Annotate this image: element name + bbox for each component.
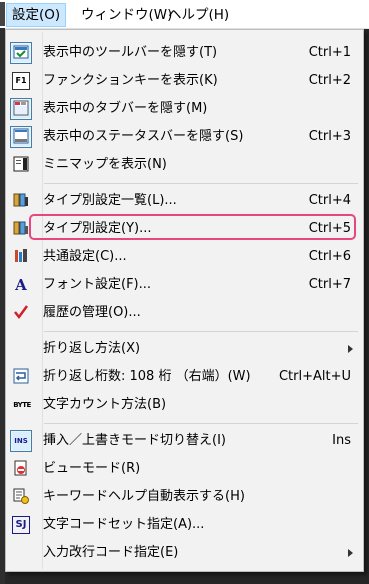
- submenu-arrow-icon: [348, 549, 353, 557]
- menu-item-label: 文字カウント方法(B): [43, 397, 167, 412]
- insert-mode-icon: INS: [10, 430, 32, 452]
- menu-item-type-settings-list[interactable]: タイプ別設定一覧(L)... Ctrl+4: [8, 188, 359, 214]
- keyword-help-icon: [12, 488, 30, 506]
- charset-icon: SJ: [12, 516, 30, 534]
- menu-item-line-ending[interactable]: 入力改行コード指定(E): [8, 540, 359, 566]
- menu-item-char-count-method[interactable]: BYTE 文字カウント方法(B): [8, 392, 359, 418]
- menu-item-shortcut: Ctrl+1: [308, 45, 351, 60]
- menu-item-label: ビューモード(R): [43, 461, 141, 476]
- statusbar-icon: [10, 126, 32, 148]
- common-settings-icon: [12, 248, 30, 266]
- submenu-arrow-icon: [348, 345, 353, 353]
- menu-item-hide-tabbar[interactable]: 表示中のタブバーを隠す(M): [8, 96, 359, 122]
- menu-item-label: 表示中のツールバーを隠す(T): [43, 45, 218, 60]
- menu-item-view-mode[interactable]: ビューモード(R): [8, 456, 359, 482]
- menu-item-font-settings[interactable]: A フォント設定(F)... Ctrl+7: [8, 272, 359, 298]
- type-settings-list-icon: [12, 192, 30, 210]
- toolbar-icon: [10, 42, 32, 64]
- menu-item-label: キーワードヘルプ自動表示する(H): [43, 489, 245, 504]
- menu-item-show-minimap[interactable]: ミニマップを表示(N): [8, 152, 359, 178]
- menu-settings[interactable]: 設定(O): [6, 3, 67, 27]
- menu-item-shortcut: Ctrl+2: [308, 73, 351, 88]
- menu-separator: [44, 331, 358, 332]
- menu-item-label: フォント設定(F)...: [43, 277, 152, 292]
- menu-item-insert-overwrite[interactable]: INS 挿入／上書きモード切り替え(I) Ins: [8, 428, 359, 454]
- menu-item-label: 文字コードセット指定(A)...: [43, 517, 205, 532]
- menu-item-label: 共通設定(C)...: [43, 249, 127, 264]
- menu-item-label: 履歴の管理(O)...: [43, 305, 141, 320]
- menu-help[interactable]: ヘルプ(H): [163, 4, 234, 26]
- menu-item-wrap-method[interactable]: 折り返し方法(X): [8, 336, 359, 362]
- function-key-icon: F1: [12, 72, 30, 90]
- wrap-icon: [12, 368, 30, 386]
- view-mode-icon: [12, 460, 30, 478]
- menu-item-label: ファンクションキーを表示(K): [43, 73, 218, 88]
- menu-item-label: タイプ別設定(Y)...: [43, 221, 152, 236]
- menu-item-shortcut: Ctrl+5: [308, 221, 351, 236]
- menu-item-label: 折り返し方法(X): [43, 341, 141, 356]
- settings-dropdown-menu: 表示中のツールバーを隠す(T) Ctrl+1 F1 ファンクションキーを表示(K…: [5, 29, 364, 572]
- menu-item-charset[interactable]: SJ 文字コードセット指定(A)...: [8, 512, 359, 538]
- menu-separator: [44, 423, 358, 424]
- menu-item-hide-toolbar[interactable]: 表示中のツールバーを隠す(T) Ctrl+1: [8, 40, 359, 66]
- menu-item-type-settings[interactable]: タイプ別設定(Y)... Ctrl+5: [8, 216, 359, 242]
- menu-item-hide-statusbar[interactable]: 表示中のステータスバーを隠す(S) Ctrl+3: [8, 124, 359, 150]
- menu-item-common-settings[interactable]: 共通設定(C)... Ctrl+6: [8, 244, 359, 270]
- font-icon: A: [15, 276, 27, 294]
- menu-item-shortcut: Ctrl+4: [308, 193, 351, 208]
- type-settings-icon: [12, 220, 30, 238]
- menu-item-wrap-columns[interactable]: 折り返し桁数: 108 桁 （右端）(W) Ctrl+Alt+U: [8, 364, 359, 390]
- window-edge: [0, 2, 5, 26]
- menu-item-label: 表示中のステータスバーを隠す(S): [43, 129, 244, 144]
- menu-separator: [44, 183, 358, 184]
- tabbar-icon: [10, 98, 32, 120]
- minimap-icon: [12, 156, 30, 174]
- menu-item-shortcut: Ctrl+3: [308, 129, 351, 144]
- checkmark-icon: [12, 304, 30, 322]
- menu-item-shortcut: Ctrl+Alt+U: [278, 369, 351, 384]
- menu-item-label: 表示中のタブバーを隠す(M): [43, 101, 208, 116]
- menu-item-shortcut: Ctrl+6: [308, 249, 351, 264]
- menu-item-history-management[interactable]: 履歴の管理(O)...: [8, 300, 359, 326]
- menu-item-label: 挿入／上書きモード切り替え(I): [43, 433, 226, 448]
- menu-item-show-function-keys[interactable]: F1 ファンクションキーを表示(K) Ctrl+2: [8, 68, 359, 94]
- menu-bar: 設定(O) ウィンドウ(W) ヘルプ(H): [0, 0, 369, 29]
- menu-item-label: ミニマップを表示(N): [43, 157, 167, 172]
- menu-item-label: タイプ別設定一覧(L)...: [43, 193, 177, 208]
- byte-icon: BYTE: [13, 401, 31, 409]
- menu-item-label: 入力改行コード指定(E): [43, 545, 179, 560]
- menu-item-keyword-help[interactable]: キーワードヘルプ自動表示する(H): [8, 484, 359, 510]
- menu-item-label: 折り返し桁数: 108 桁 （右端）(W): [43, 369, 251, 384]
- menu-item-shortcut: Ctrl+7: [308, 277, 351, 292]
- menu-item-shortcut: Ins: [332, 433, 351, 448]
